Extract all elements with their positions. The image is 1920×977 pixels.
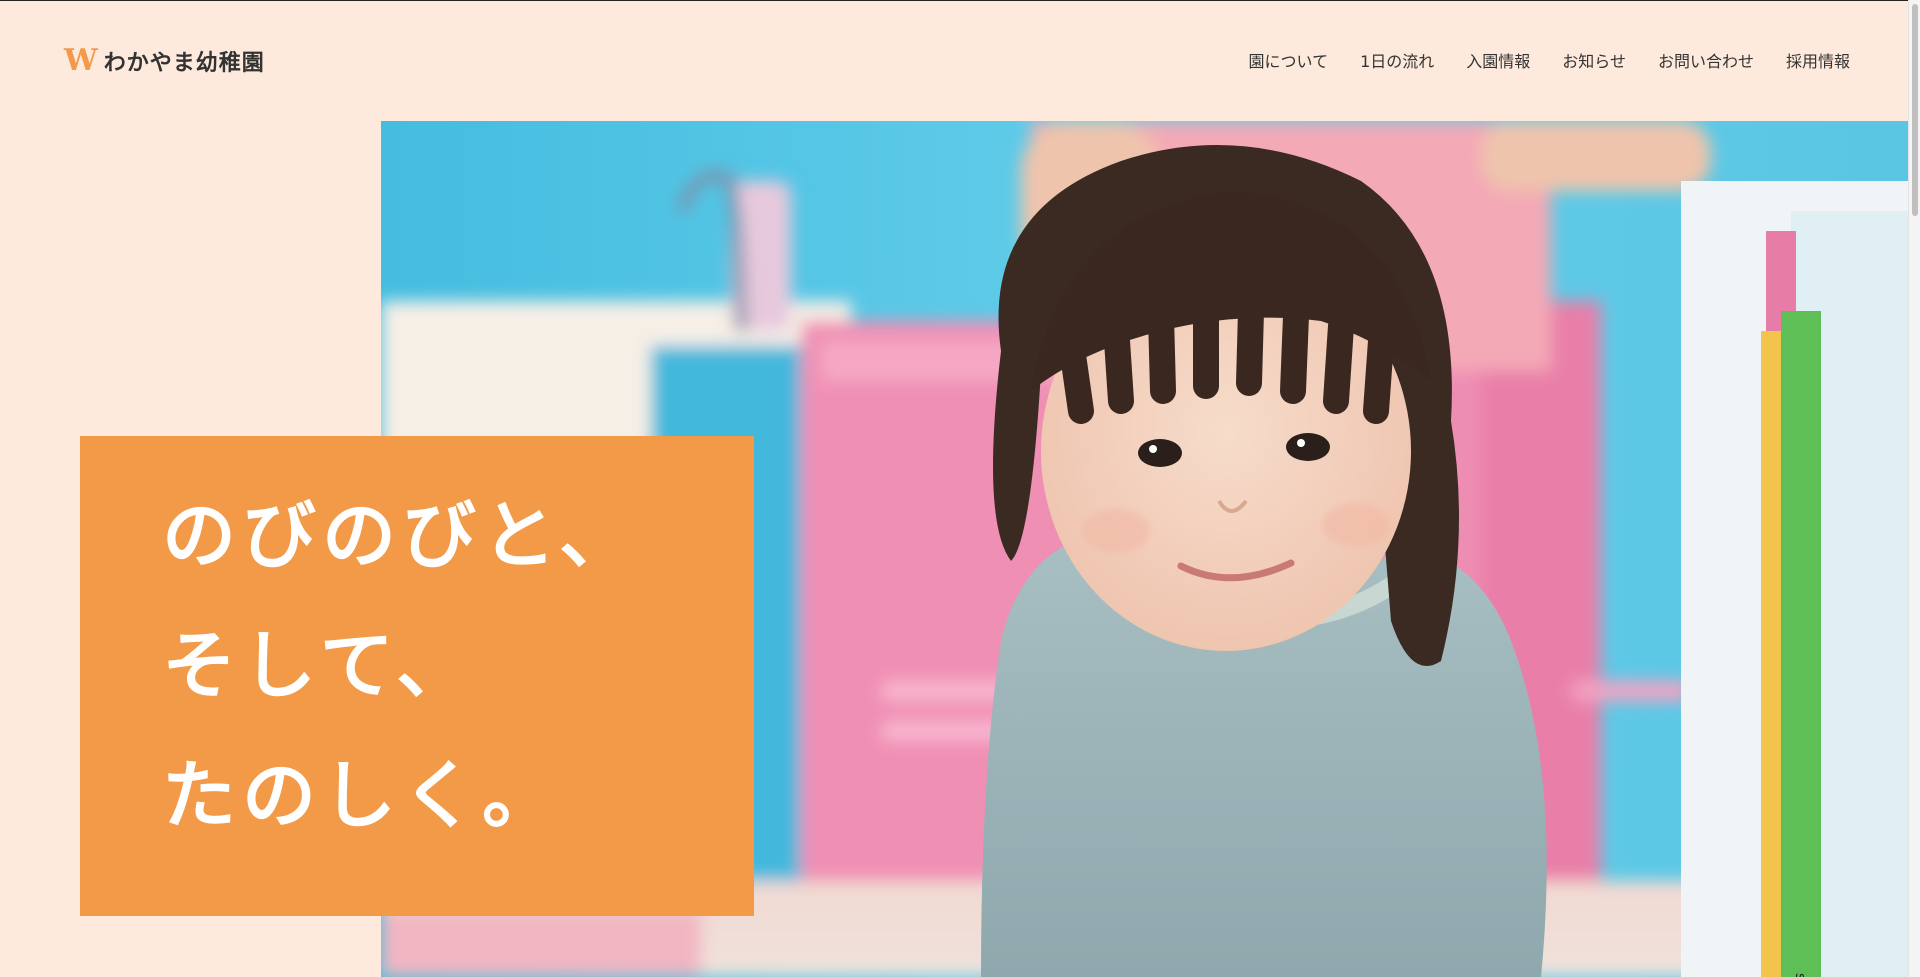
site-logo[interactable]: W わかやま幼稚園 [64,44,265,78]
nav-contact[interactable]: お問い合わせ [1658,51,1754,73]
catchcopy-line-3: たのしく。 [162,753,562,839]
nav-about[interactable]: 園について [1249,51,1329,73]
logo-w-icon: W [64,43,98,78]
hero-catchcopy-box: のびのびと、 そして、 たのしく。 [80,436,754,916]
logo-text: わかやま幼稚園 [103,51,265,76]
catchcopy-line-2: そして、 [162,623,477,709]
page-scrollbar[interactable] [1908,0,1920,977]
page: W わかやま幼稚園 園について 1日の流れ 入園情報 お知らせ お問い合わせ 採… [0,0,1920,977]
nav-admission[interactable]: 入園情報 [1466,51,1530,73]
nav-news[interactable]: お知らせ [1562,51,1626,73]
scrollbar-thumb[interactable] [1912,4,1918,216]
nav-recruit[interactable]: 採用情報 [1786,51,1850,73]
site-header: W わかやま幼稚園 園について 1日の流れ 入園情報 お知らせ お問い合わせ 採… [0,0,1908,120]
global-nav: 園について 1日の流れ 入園情報 お知らせ お問い合わせ 採用情報 [1249,51,1850,73]
book-spine-text: scra [1792,973,1808,977]
nav-daily-flow[interactable]: 1日の流れ [1360,51,1434,73]
catchcopy-line-1: のびのびと、 [162,493,640,579]
